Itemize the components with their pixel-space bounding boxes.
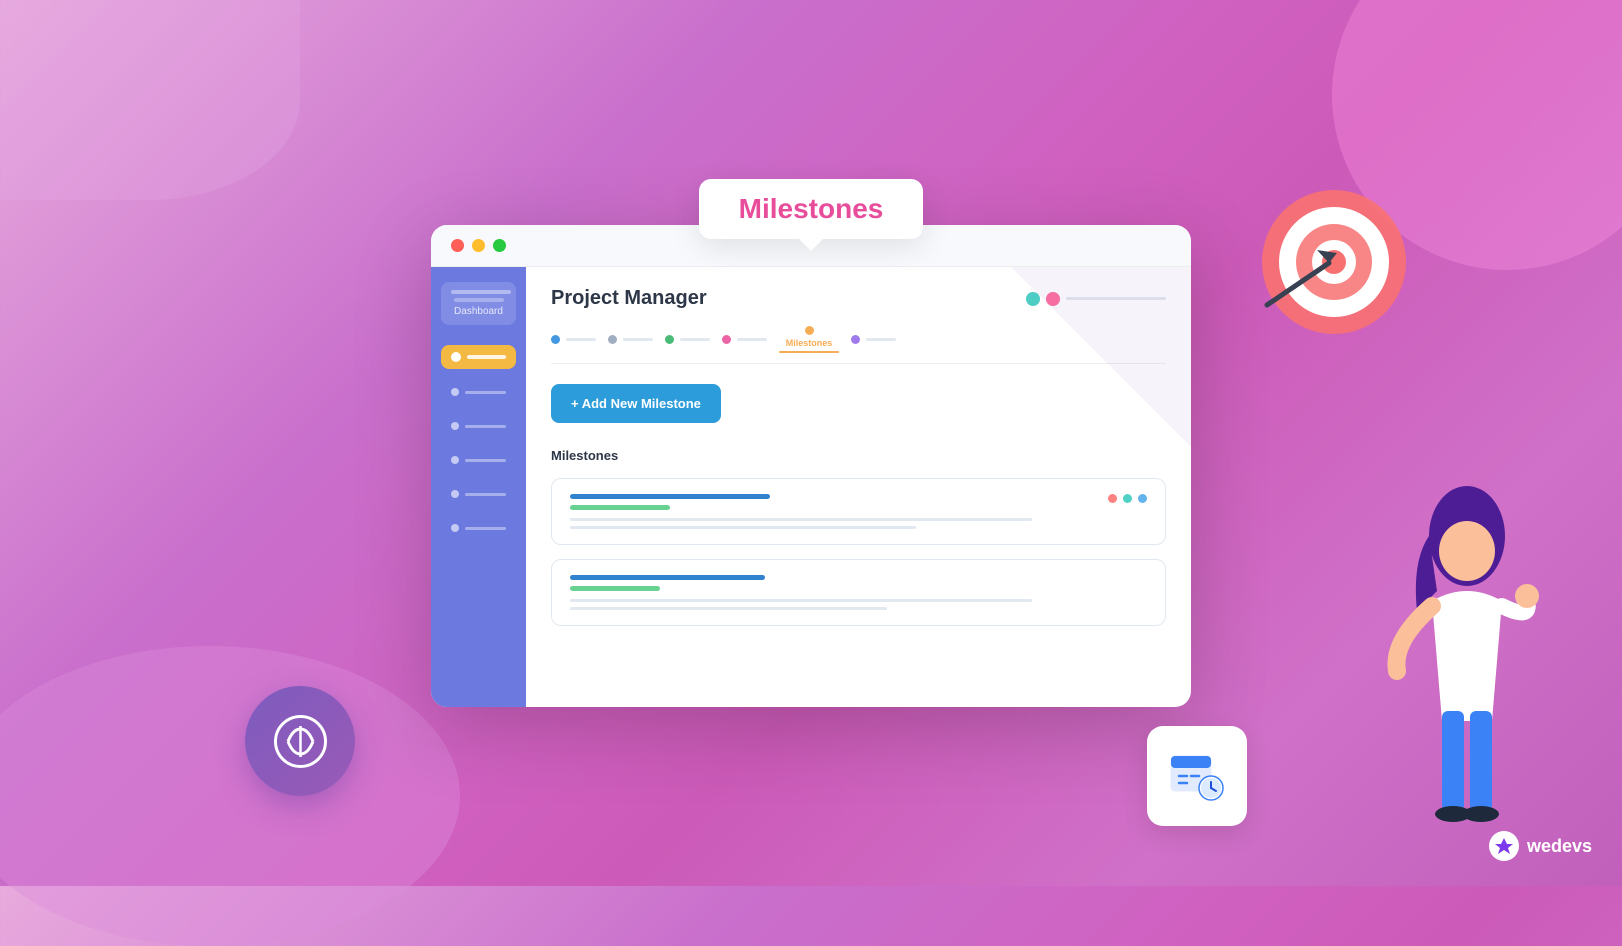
brand-icon-svg	[273, 714, 328, 769]
milestones-badge-text: Milestones	[739, 193, 884, 224]
add-milestone-button[interactable]: + Add New Milestone	[551, 384, 721, 423]
person-illustration	[1372, 481, 1572, 856]
nav-dot-green	[665, 335, 674, 344]
milestones-section: Milestones	[551, 448, 1166, 626]
milestone-text-line-1b	[570, 526, 916, 529]
milestone-progress-blue-2	[570, 575, 765, 580]
app-window: Dashboard	[431, 225, 1191, 707]
nav-active-dot	[805, 326, 814, 335]
bg-blob-bottom-left	[0, 646, 460, 946]
sidebar-dashboard-label: Dashboard	[451, 306, 506, 317]
milestone-dot-blue-1[interactable]	[1138, 494, 1147, 503]
sidebar-item-4[interactable]	[441, 483, 516, 505]
milestone-card-2-bars	[570, 575, 765, 591]
milestone-dot-pink-1[interactable]	[1108, 494, 1117, 503]
nav-active-underline	[779, 351, 839, 353]
milestone-card-1-header	[570, 494, 1147, 510]
milestones-badge: Milestones	[699, 179, 924, 239]
sidebar-item-1[interactable]	[441, 381, 516, 403]
sidebar-line-1	[465, 391, 506, 394]
milestone-card-2	[551, 559, 1166, 626]
sidebar-dot-1	[451, 388, 459, 396]
milestone-text-line-2b	[570, 607, 887, 610]
milestone-card-2-header	[570, 575, 1147, 591]
wedevs-logo-icon	[1494, 836, 1514, 856]
sidebar-item-5[interactable]	[441, 517, 516, 539]
sidebar-dot-3	[451, 456, 459, 464]
wedevs-brand: wedevs	[1489, 831, 1592, 861]
sidebar-line-3	[465, 459, 506, 462]
milestone-card-1-bars	[570, 494, 770, 510]
app-body: Dashboard	[431, 267, 1191, 707]
milestone-text-line-1a	[570, 518, 1032, 521]
nav-item-4[interactable]	[722, 335, 767, 344]
active-line	[467, 355, 506, 359]
calendar-icon-svg	[1167, 746, 1227, 806]
content-triangle	[1011, 267, 1191, 447]
page-title: Project Manager	[551, 287, 707, 310]
sidebar-dashboard-item[interactable]: Dashboard	[441, 282, 516, 325]
milestone-dot-teal-1[interactable]	[1123, 494, 1132, 503]
nav-dot-blue	[551, 335, 560, 344]
window-dot-red[interactable]	[451, 239, 464, 252]
nav-item-3[interactable]	[665, 335, 710, 344]
sidebar-item-3[interactable]	[441, 449, 516, 471]
window-dot-yellow[interactable]	[472, 239, 485, 252]
nav-item-milestones[interactable]: Milestones	[779, 326, 839, 353]
nav-active-label: Milestones	[786, 338, 833, 348]
bg-blob-top-left	[0, 0, 300, 200]
wedevs-logo	[1489, 831, 1519, 861]
brand-circle	[245, 686, 355, 796]
milestones-section-label: Milestones	[551, 448, 1166, 463]
sidebar-dot-2	[451, 422, 459, 430]
nav-dot-gray	[608, 335, 617, 344]
active-dot	[451, 352, 461, 362]
sidebar-item-2[interactable]	[441, 415, 516, 437]
nav-line-1	[566, 338, 596, 341]
sidebar-dot-4	[451, 490, 459, 498]
calendar-card	[1147, 726, 1247, 826]
milestone-progress-green-2	[570, 586, 660, 591]
target-illustration	[1257, 185, 1412, 345]
nav-line-2	[623, 338, 653, 341]
sidebar: Dashboard	[431, 267, 526, 707]
sidebar-dot-5	[451, 524, 459, 532]
milestone-text-line-2a	[570, 599, 1032, 602]
main-content: Project Manager	[526, 267, 1191, 707]
milestone-card-1	[551, 478, 1166, 545]
nav-dot-purple	[851, 335, 860, 344]
milestone-action-dots-1	[1108, 494, 1147, 503]
nav-item-6[interactable]	[851, 335, 896, 344]
sidebar-line-2	[465, 425, 506, 428]
nav-item-1[interactable]	[551, 335, 596, 344]
sidebar-line-5	[465, 527, 506, 530]
nav-line-6	[866, 338, 896, 341]
nav-line-4	[737, 338, 767, 341]
sidebar-line-4	[465, 493, 506, 496]
milestone-progress-green-1	[570, 505, 670, 510]
wedevs-text: wedevs	[1527, 836, 1592, 857]
nav-line-3	[680, 338, 710, 341]
milestone-progress-blue-1	[570, 494, 770, 499]
nav-item-2[interactable]	[608, 335, 653, 344]
nav-dot-pink	[722, 335, 731, 344]
window-dot-green[interactable]	[493, 239, 506, 252]
sidebar-active-item[interactable]	[441, 345, 516, 369]
